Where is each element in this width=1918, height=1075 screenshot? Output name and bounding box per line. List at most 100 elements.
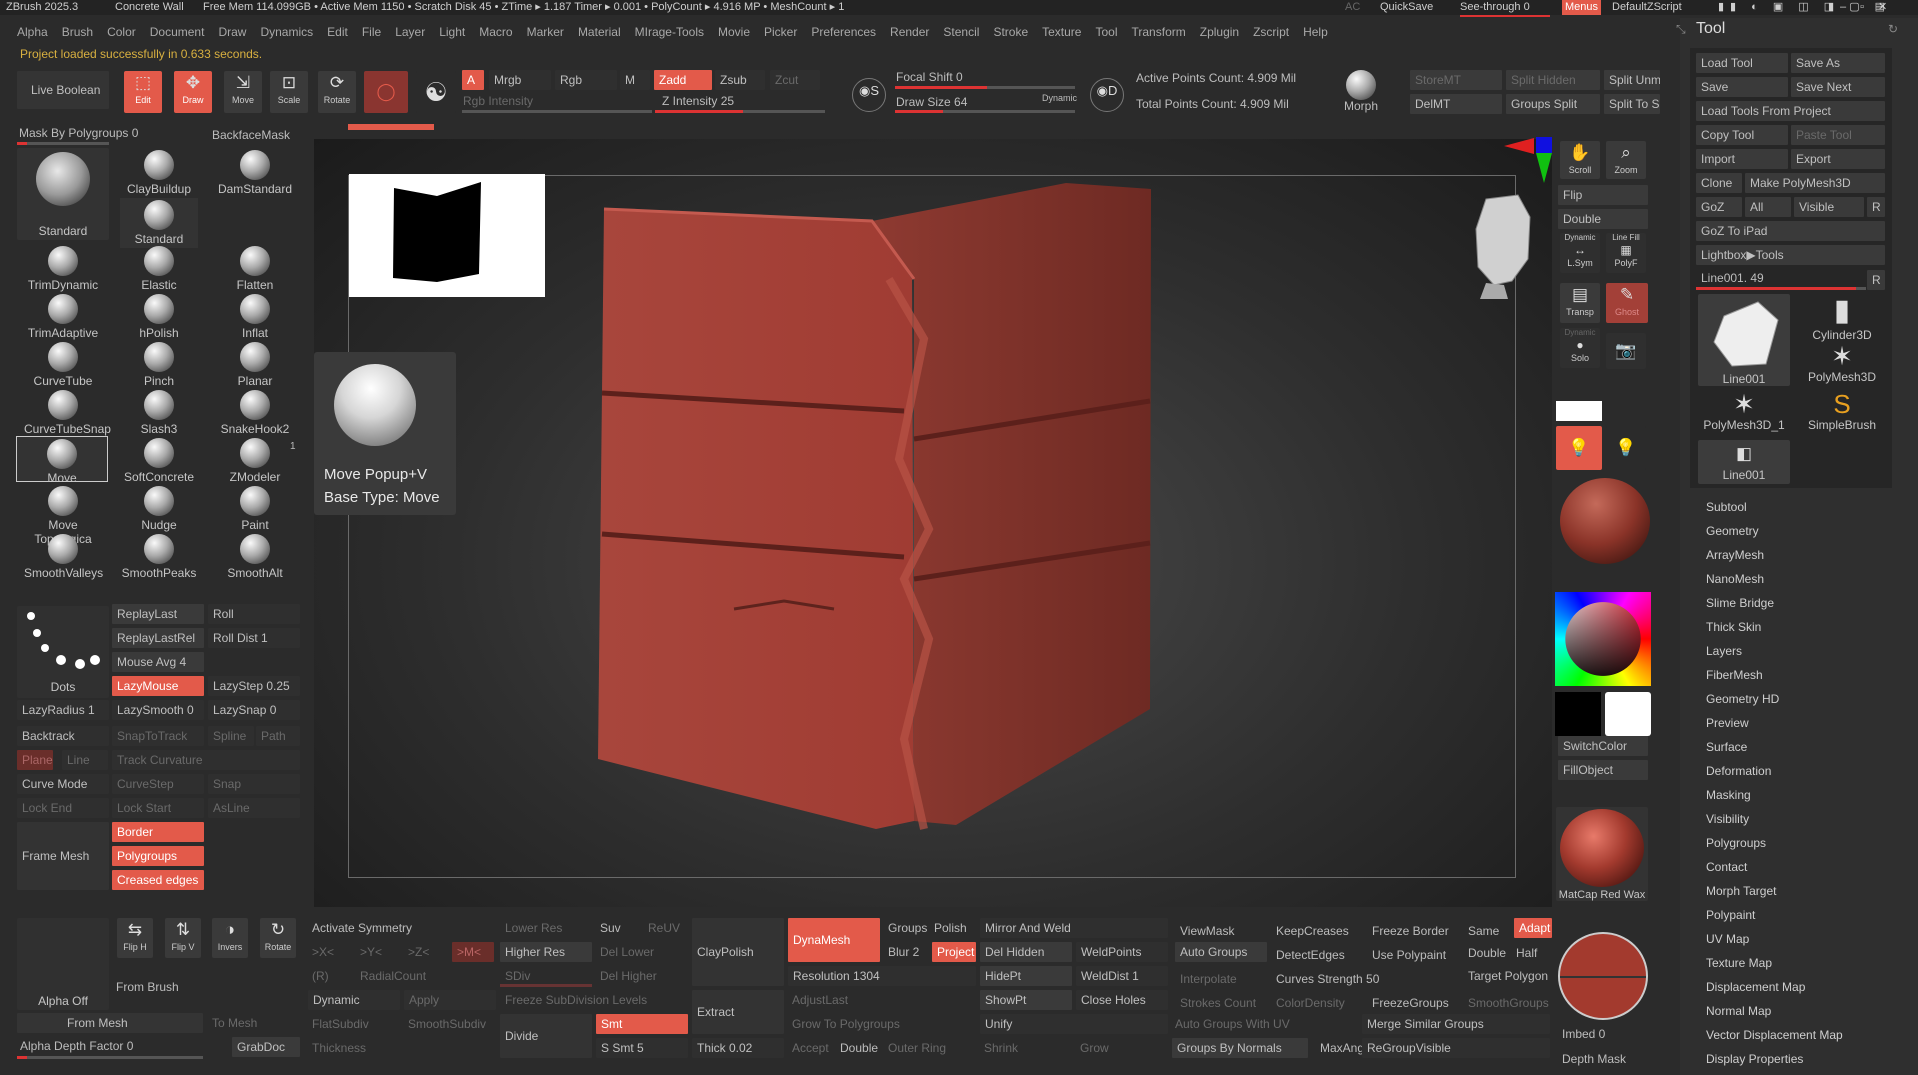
keepcreases-button[interactable]: KeepCreases <box>1276 924 1349 938</box>
hidept-button[interactable]: HidePt <box>980 966 1072 986</box>
lightbox-tools-button[interactable]: Lightbox▶Tools <box>1696 245 1885 265</box>
mask-by-polygroups-label[interactable]: Mask By Polygroups 0 <box>19 126 138 140</box>
maxang-slider[interactable]: MaxAng <box>1320 1041 1364 1055</box>
copy-tool-button[interactable]: Copy Tool <box>1696 125 1788 145</box>
creased-edges-button[interactable]: Creased edges <box>112 870 204 890</box>
brush-standard[interactable]: Standard <box>120 198 198 248</box>
menu-stroke[interactable]: Stroke <box>993 25 1028 39</box>
brush-smoothpeaks[interactable]: SmoothPeaks <box>120 534 198 580</box>
menu-document[interactable]: Document <box>150 25 205 39</box>
brush-snakehook2[interactable]: SnakeHook2 <box>216 390 294 436</box>
groups-by-normals-button[interactable]: Groups By Normals <box>1172 1038 1308 1058</box>
split-hidden-button[interactable]: Split Hidden <box>1506 70 1600 90</box>
snap-button[interactable]: Snap <box>208 774 300 794</box>
mask-by-polygroups-slider[interactable] <box>17 142 109 145</box>
flat-subdiv-slider[interactable]: FlatSubdiv <box>312 1017 369 1031</box>
rotate-mode-button[interactable]: ⟳ Rotate <box>318 71 356 113</box>
curves-strength-slider[interactable]: Curves Strength 50 <box>1276 972 1379 986</box>
tool-menu-thick-skin[interactable]: Thick Skin <box>1706 620 1761 634</box>
sdiv-slider-track[interactable] <box>500 984 592 987</box>
radial-count-slider[interactable]: RadialCount <box>360 969 426 983</box>
showpt-button[interactable]: ShowPt <box>980 990 1072 1010</box>
export-button[interactable]: Export <box>1791 149 1885 169</box>
menu-marker[interactable]: Marker <box>527 25 564 39</box>
close-holes-button[interactable]: Close Holes <box>1076 990 1168 1010</box>
tool-menu-slime-bridge[interactable]: Slime Bridge <box>1706 596 1774 610</box>
brush-inflat[interactable]: Inflat <box>216 294 294 340</box>
divide-button[interactable]: Divide <box>500 1014 592 1058</box>
tool-menu-surface[interactable]: Surface <box>1706 740 1747 754</box>
roll-dist-slider[interactable]: Roll Dist 1 <box>208 628 300 648</box>
half-button[interactable]: Half <box>1516 946 1537 960</box>
claypolish-button[interactable]: ClayPolish <box>692 918 784 986</box>
lazyradius-slider[interactable]: LazyRadius 1 <box>17 700 109 720</box>
menu-transform[interactable]: Transform <box>1132 25 1186 39</box>
menu-zplugin[interactable]: Zplugin <box>1200 25 1239 39</box>
lock-start-button[interactable]: Lock Start <box>112 798 204 818</box>
suv-button[interactable]: Suv <box>600 921 621 935</box>
symmetry-x-button[interactable]: >X< <box>312 945 334 959</box>
mrgb-button[interactable]: Mrgb <box>489 70 551 90</box>
brush-move[interactable]: Move <box>16 436 108 485</box>
brush-smoothalt[interactable]: SmoothAlt <box>216 534 294 580</box>
freeze-border-button[interactable]: Freeze Border <box>1372 924 1449 938</box>
tool-menu-displacement-map[interactable]: Displacement Map <box>1706 980 1805 994</box>
move-mode-button[interactable]: ⇲ Move <box>224 71 262 113</box>
depth-mask-button[interactable]: Depth Mask <box>1562 1052 1626 1066</box>
mouse-avg-slider[interactable]: Mouse Avg 4 <box>112 652 204 672</box>
tool-menu-subtool[interactable]: Subtool <box>1706 500 1747 514</box>
double-button[interactable]: Double <box>840 1041 878 1055</box>
zadd-button[interactable]: Zadd <box>654 70 712 90</box>
brush-hpolish[interactable]: hPolish <box>120 294 198 340</box>
paste-tool-button[interactable]: Paste Tool <box>1791 125 1885 145</box>
resolution-slider[interactable]: Resolution 1304 <box>788 966 976 986</box>
tool-menu-contact[interactable]: Contact <box>1706 860 1747 874</box>
auto-groups-button[interactable]: Auto Groups <box>1175 942 1267 962</box>
clone-button[interactable]: Clone <box>1696 173 1742 193</box>
merge-similar-groups-button[interactable]: Merge Similar Groups <box>1362 1014 1550 1034</box>
menu-mirage-tools[interactable]: MIrage-Tools <box>635 25 704 39</box>
stroke-dots-preview[interactable]: Dots <box>17 606 109 698</box>
s-smt-slider[interactable]: S Smt 5 <box>596 1038 688 1058</box>
grow-button[interactable]: Grow <box>1080 1041 1109 1055</box>
fillobject-button[interactable]: FillObject <box>1558 760 1648 780</box>
orientation-head-icon[interactable] <box>1464 189 1544 299</box>
ghost-button[interactable]: ✎ Ghost <box>1606 283 1648 323</box>
canvas-viewport[interactable] <box>314 137 1552 907</box>
freezegroups-button[interactable]: FreezeGroups <box>1372 996 1449 1010</box>
delmt-button[interactable]: DelMT <box>1410 94 1502 114</box>
goz-to-ipad-button[interactable]: GoZ To iPad <box>1696 221 1885 241</box>
symmetry-m-button[interactable]: >M< <box>452 942 494 962</box>
brush-curvetubesnap[interactable]: CurveTubeSnap <box>24 390 111 436</box>
make-polymesh3d-button[interactable]: Make PolyMesh3D <box>1745 173 1885 193</box>
material-toggle[interactable]: ☯ <box>416 71 456 113</box>
load-tools-from-project-button[interactable]: Load Tools From Project <box>1696 101 1885 121</box>
symmetry-y-button[interactable]: >Y< <box>360 945 382 959</box>
morph-label[interactable]: Morph <box>1344 99 1378 113</box>
thickness-slider[interactable]: Thickness <box>312 1041 366 1055</box>
brush-smoothvalleys[interactable]: SmoothValleys <box>24 534 103 580</box>
del-hidden-button[interactable]: Del Hidden <box>980 942 1072 962</box>
plane-button[interactable]: Plane <box>17 750 53 770</box>
alpha-rotate-button[interactable]: ↻ Rotate <box>260 918 296 958</box>
scroll-button[interactable]: ✋ Scroll <box>1560 141 1600 179</box>
zcut-button[interactable]: Zcut <box>770 70 820 90</box>
brush-slash3[interactable]: Slash3 <box>120 390 198 436</box>
split-to-button[interactable]: Split To S <box>1604 94 1660 114</box>
lazymouse-button[interactable]: LazyMouse <box>112 676 204 696</box>
scale-mode-button[interactable]: ⊡ Scale <box>270 71 308 113</box>
dynamesh-project-button[interactable]: Project <box>932 942 976 962</box>
menu-layer[interactable]: Layer <box>395 25 425 39</box>
flip-button[interactable]: Flip <box>1558 185 1648 205</box>
lsym-button[interactable]: Dynamic ↔ L.Sym <box>1560 233 1600 273</box>
goz-visible-button[interactable]: Visible <box>1794 197 1864 217</box>
polyf-button[interactable]: Line Fill ▦ PolyF <box>1606 233 1646 273</box>
storemt-button[interactable]: StoreMT <box>1410 70 1502 90</box>
edit-button[interactable]: ⬚ Edit <box>124 71 162 113</box>
dynamesh-blur-slider[interactable]: Blur 2 <box>888 945 919 959</box>
tool-menu-layers[interactable]: Layers <box>1706 644 1742 658</box>
smooth-subdiv-slider[interactable]: SmoothSubdiv <box>408 1017 486 1031</box>
window-controls[interactable]: –▫✕ <box>1840 0 1901 15</box>
tool-menu-uv-map[interactable]: UV Map <box>1706 932 1749 946</box>
menu-light[interactable]: Light <box>439 25 465 39</box>
